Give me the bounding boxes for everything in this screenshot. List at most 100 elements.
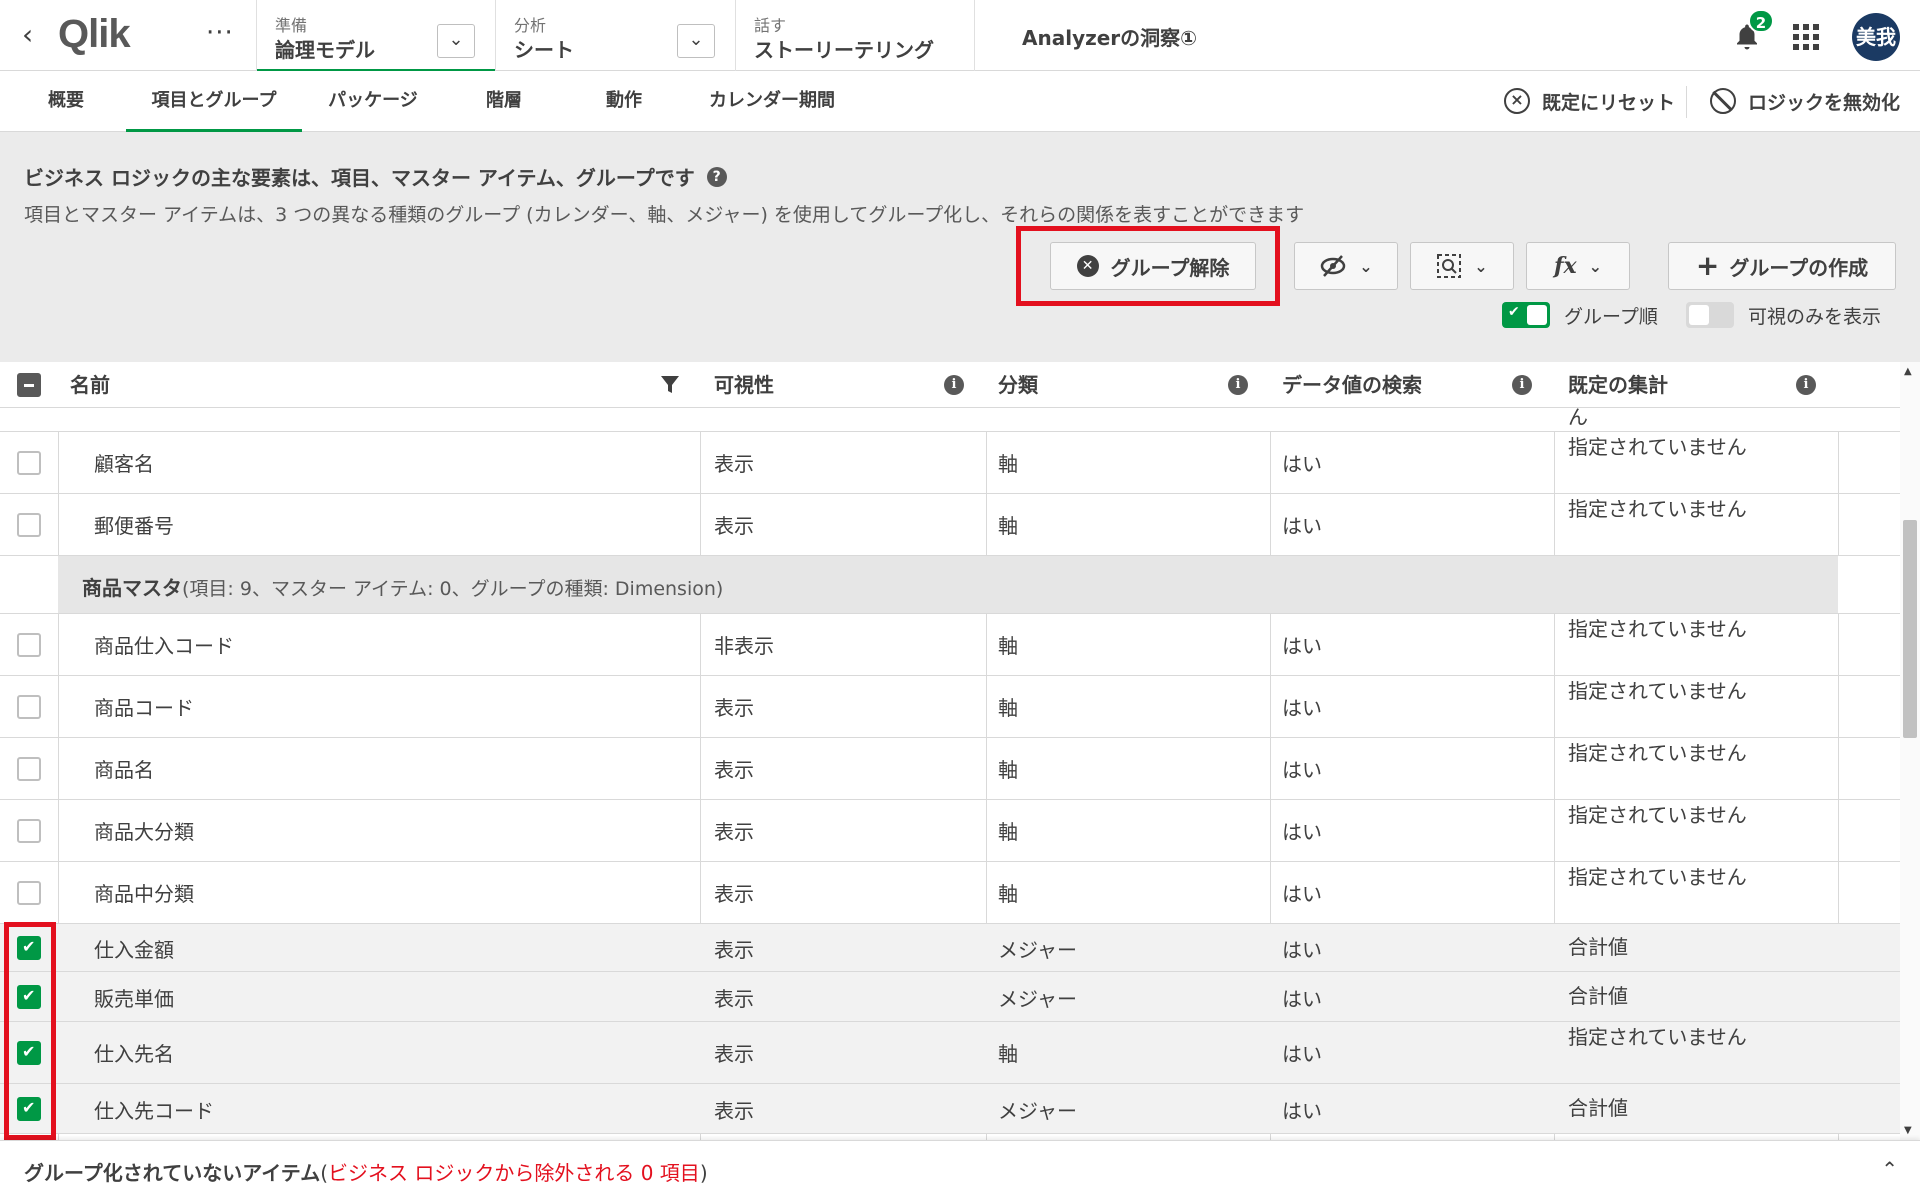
nav-analyze[interactable]: 分析 シート ⌄ [495,0,735,71]
row-checkbox[interactable] [17,819,41,843]
ungrouped-items-panel[interactable]: グループ化されていないアイテム(ビジネス ロジックから除外される 0 項目) ⌃ [0,1140,1920,1200]
scroll-down-icon[interactable]: ▼ [1904,1125,1912,1136]
header-classification[interactable]: 分類 [998,362,1038,408]
fx-icon: fx [1554,253,1577,279]
cell-aggregation: 指定されていません [1568,435,1747,459]
row-checkbox[interactable] [17,881,41,905]
table-row[interactable]: 仕入先コード 表示 メジャー はい 合計値 [0,1084,1900,1134]
logo-text: Qlik [58,11,131,56]
row-checkbox[interactable] [17,633,41,657]
help-icon[interactable]: ? [706,166,727,187]
highlight-box-ungroup [1016,226,1280,306]
tab-overview[interactable]: 概要 [28,71,104,131]
nav-prepare-label: 論理モデル [275,38,375,62]
header-data-search[interactable]: データ値の検索 [1282,362,1422,408]
table-row[interactable]: 商品名 表示 軸 はい 指定されていません [0,738,1900,800]
cell-data-search: はい [1282,1099,1322,1123]
cell-data-search: はい [1282,882,1322,906]
search-menu-button[interactable]: ⌄ [1410,242,1514,290]
table-row[interactable]: 商品仕入コード 非表示 軸 はい 指定されていません [0,614,1900,676]
cell-aggregation: 指定されていません [1568,1025,1747,1049]
table-row[interactable]: 仕入金額 表示 メジャー はい 合計値 [0,924,1900,972]
cell-aggregation: 合計値 [1568,984,1628,1008]
avatar[interactable]: 美我 [1852,13,1900,61]
info-icon[interactable]: i [1796,375,1816,395]
row-checkbox[interactable] [17,451,41,475]
app-title[interactable]: Analyzerの洞察① [1022,22,1197,51]
group-header-row[interactable]: 商品マスタ(項目: 9、マスター アイテム: 0、グループの種類: Dimens… [0,556,1900,614]
visible-only-toggle[interactable] [1686,302,1734,328]
ungrouped-items-title: グループ化されていないアイテム [24,1161,321,1185]
sub-nav: 概要 項目とグループ パッケージ 階層 動作 カレンダー期間 × 既定にリセット… [0,71,1920,132]
reset-icon: × [1504,88,1530,114]
table-row[interactable]: 商品コード 表示 軸 はい 指定されていません [0,676,1900,738]
scroll-up-icon[interactable]: ▲ [1904,366,1912,377]
group-order-toggle[interactable] [1502,302,1550,328]
notification-badge: 2 [1748,9,1774,33]
group-order-toggle-row: グループ順 [1502,300,1658,330]
cell-visibility: 表示 [714,987,754,1011]
disable-logic-button[interactable]: ロジックを無効化 [1710,71,1900,131]
filter-icon[interactable] [660,374,680,396]
row-checkbox[interactable] [17,695,41,719]
table-row[interactable]: 郵便番号 表示 軸 はい 指定されていません [0,494,1900,556]
qlik-logo[interactable]: Qlik [58,11,131,56]
cell-visibility: 表示 [714,1099,754,1123]
info-icon[interactable]: i [944,375,964,395]
tab-hierarchies[interactable]: 階層 [466,71,542,131]
table-row[interactable]: 商品大分類 表示 軸 はい 指定されていません [0,800,1900,862]
table-row[interactable]: 販売単価 表示 メジャー はい 合計値 [0,972,1900,1022]
table-scrollbar[interactable]: ▲ ▼ [1900,362,1920,1140]
select-all-checkbox[interactable] [17,373,41,397]
ungrouped-items-detail: ビジネス ロジックから除外される 0 項目 [328,1161,700,1185]
cell-classification: 軸 [998,634,1018,658]
tab-packages[interactable]: パッケージ [316,71,430,131]
group-name: 商品マスタ [82,576,182,600]
cell-name: 商品名 [94,758,154,782]
tab-calendar-periods[interactable]: カレンダー期間 [700,71,844,131]
apps-grid-icon[interactable] [1793,24,1819,50]
cell-visibility: 表示 [714,514,754,538]
chevron-down-icon[interactable]: ⌄ [677,24,715,58]
cell-aggregation: ん [1568,405,1588,429]
cell-name: 商品大分類 [94,820,194,844]
visible-only-label: 可視のみを表示 [1748,305,1882,328]
create-group-button[interactable]: + グループの作成 [1668,242,1896,290]
description-title: ビジネス ロジックの主な要素は、項目、マスター アイテム、グループです [24,166,695,190]
scrollbar-thumb[interactable] [1903,520,1917,738]
cell-name: 仕入先コード [94,1099,214,1123]
row-checkbox[interactable] [17,513,41,537]
cell-visibility: 非表示 [714,634,774,658]
cell-visibility: 表示 [714,696,754,720]
table-row[interactable]: 商品中分類 表示 軸 はい 指定されていません [0,862,1900,924]
table-row[interactable]: 仕入先名 表示 軸 はい 指定されていません [0,1022,1900,1084]
nav-analyze-category: 分析 [514,16,547,35]
table-row[interactable]: 顧客名 表示 軸 はい 指定されていません [0,432,1900,494]
visibility-menu-button[interactable]: ⌄ [1294,242,1398,290]
cell-classification: メジャー [998,1099,1077,1123]
cell-classification: 軸 [998,758,1018,782]
header-name[interactable]: 名前 [70,362,110,408]
tab-fields-and-groups[interactable]: 項目とグループ [126,71,302,132]
reset-to-default-button[interactable]: × 既定にリセット [1504,71,1675,131]
cell-aggregation: 指定されていません [1568,741,1747,765]
nav-narrate[interactable]: 話す ストーリーテリング [735,0,975,71]
row-checkbox[interactable] [17,757,41,781]
tab-behaviors[interactable]: 動作 [586,71,662,131]
back-arrow-icon[interactable]: ‹ [22,20,52,50]
info-icon[interactable]: i [1228,375,1248,395]
nav-prepare[interactable]: 準備 論理モデル ⌄ [256,0,495,72]
description-area: ビジネス ロジックの主な要素は、項目、マスター アイテム、グループです ? 項目… [0,132,1920,362]
info-icon[interactable]: i [1512,375,1532,395]
cell-classification: 軸 [998,882,1018,906]
chevron-up-icon[interactable]: ⌃ [1881,1157,1898,1181]
chevron-down-icon[interactable]: ⌄ [437,24,475,58]
group-order-label: グループ順 [1564,305,1658,328]
highlight-box-checkboxes [4,922,56,1140]
cell-data-search: はい [1282,938,1322,962]
header-visibility[interactable]: 可視性 [714,362,774,408]
more-icon[interactable]: ··· [206,18,234,48]
expression-menu-button[interactable]: fx ⌄ [1526,242,1630,290]
description-title-wrap: ビジネス ロジックの主な要素は、項目、マスター アイテム、グループです ? [24,162,727,191]
cell-visibility: 表示 [714,1042,754,1066]
